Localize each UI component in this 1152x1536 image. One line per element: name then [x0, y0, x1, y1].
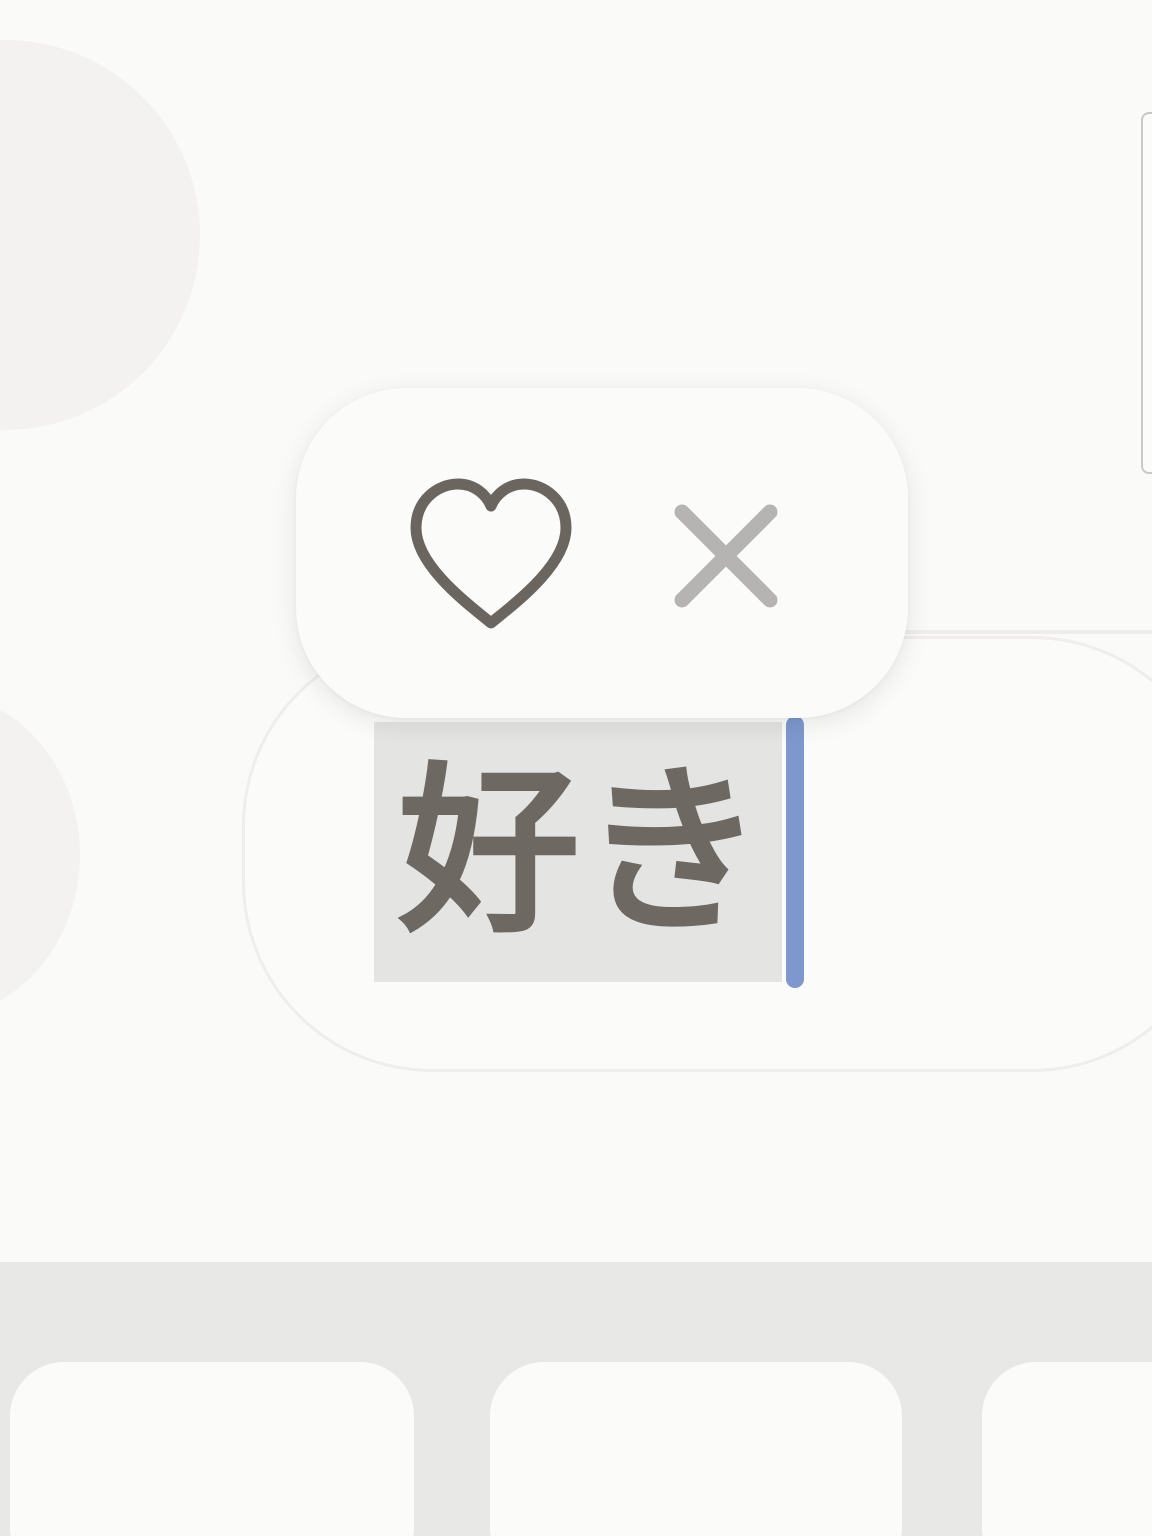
heart-outline-icon	[410, 478, 572, 629]
text-caret	[786, 716, 804, 988]
dismiss-button[interactable]	[666, 496, 786, 616]
screen: 好き	[0, 0, 1152, 1536]
background-circle	[0, 40, 200, 430]
composed-text: 好き	[374, 722, 782, 982]
keyboard-key[interactable]	[982, 1362, 1152, 1536]
like-button[interactable]	[406, 478, 576, 638]
background-circle	[0, 690, 80, 1020]
close-icon	[674, 504, 778, 608]
keyboard	[0, 1262, 1152, 1536]
composition-area[interactable]: 好き	[374, 716, 804, 988]
keyboard-key[interactable]	[490, 1362, 902, 1536]
side-panel-edge	[1141, 112, 1152, 474]
keyboard-key[interactable]	[10, 1362, 414, 1536]
reaction-popup	[296, 388, 908, 718]
